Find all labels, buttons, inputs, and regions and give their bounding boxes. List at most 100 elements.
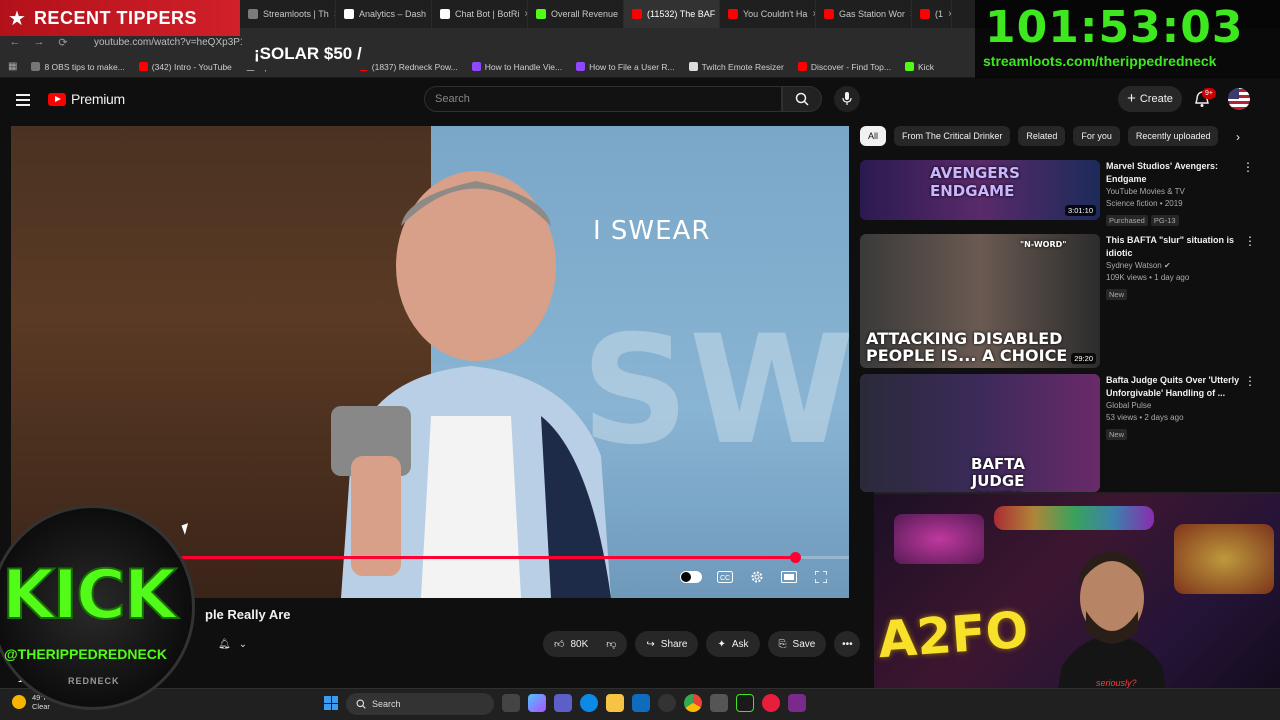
video-title[interactable]: Bafta Judge Quits Over 'Utterly Unforgiv… xyxy=(1106,374,1256,400)
more-vertical-icon[interactable]: ⋮ xyxy=(1242,160,1254,174)
obs-icon[interactable] xyxy=(658,694,676,712)
app-icon[interactable] xyxy=(736,694,754,712)
bookmark-label: (342) Intro - YouTube xyxy=(151,61,232,72)
back-icon[interactable]: ← xyxy=(8,36,22,48)
app-icon[interactable] xyxy=(788,694,806,712)
channel-name[interactable]: Global Pulse xyxy=(1106,400,1256,412)
bookmark-item[interactable]: Discover - Find Top... xyxy=(797,62,891,72)
more-actions-button[interactable]: ••• xyxy=(834,631,861,657)
video-thumbnail[interactable]: BAFTA JUDGE QUITS xyxy=(860,374,1100,492)
video-stats: 109K views • 1 day ago xyxy=(1106,273,1190,282)
tab-label: Analytics – Dash xyxy=(359,9,427,19)
like-button[interactable]: 👍︎ 80K 👎︎ xyxy=(543,631,628,657)
windows-start-icon[interactable] xyxy=(324,696,338,710)
browser-tab[interactable]: (1 × xyxy=(912,0,952,28)
browser-tab[interactable]: You Couldn't Ha× xyxy=(720,0,816,28)
browser-tab[interactable]: Streamloots | Th× xyxy=(240,0,336,28)
chrome-icon[interactable] xyxy=(684,694,702,712)
weather-condition: Clear xyxy=(32,702,50,711)
copilot-icon[interactable] xyxy=(528,694,546,712)
search-button[interactable] xyxy=(782,86,822,112)
kick-handle: @THERIPPEDREDNECK xyxy=(4,646,168,662)
more-horizontal-icon: ••• xyxy=(842,638,853,650)
file-explorer-icon[interactable] xyxy=(606,694,624,712)
video-title[interactable]: This BAFTA "slur" situation is idiotic xyxy=(1106,234,1256,260)
related-video[interactable]: "N-WORD" ATTACKING DISABLED PEOPLE IS...… xyxy=(860,234,1272,368)
youtube-logo[interactable]: Premium xyxy=(48,91,125,107)
voice-search-button[interactable] xyxy=(834,86,860,112)
bookmark-label: 8 OBS tips to make... xyxy=(44,61,125,72)
forward-icon[interactable]: → xyxy=(32,36,46,48)
video-title[interactable]: Marvel Studios' Avengers: Endgame xyxy=(1106,160,1256,186)
tab-close-icon[interactable]: × xyxy=(948,9,951,20)
bookmark-item[interactable]: (342) Intro - YouTube xyxy=(138,61,232,72)
notification-bell-dropdown[interactable]: 🔔︎ ⌄ xyxy=(218,634,258,654)
bookmark-item[interactable]: 8 OBS tips to make... xyxy=(31,61,125,72)
app-icon[interactable] xyxy=(710,694,728,712)
youtube-play-icon xyxy=(48,92,66,106)
autoplay-toggle[interactable] xyxy=(680,571,702,583)
tab-label: (11532) The BAF xyxy=(647,9,716,19)
more-vertical-icon[interactable]: ⋮ xyxy=(1244,234,1256,248)
bookmark-item[interactable]: Kick xyxy=(904,62,934,72)
outlook-icon[interactable] xyxy=(632,694,650,712)
more-vertical-icon[interactable]: ⋮ xyxy=(1244,374,1256,388)
bookmark-item[interactable]: How to Handle Vie... xyxy=(471,62,562,72)
bookmark-item[interactable]: Twitch Emote Resizer xyxy=(688,62,784,72)
related-video[interactable]: BAFTA JUDGE QUITS Bafta Judge Quits Over… xyxy=(860,374,1272,492)
app-icon[interactable] xyxy=(762,694,780,712)
chevron-right-icon[interactable]: › xyxy=(1236,130,1240,144)
theater-mode-icon[interactable] xyxy=(780,568,798,586)
bookmark-item[interactable]: How to File a User R... xyxy=(576,62,675,72)
browser-tab[interactable]: Gas Station Wor× xyxy=(816,0,912,28)
bookmark-favicon-icon xyxy=(904,62,914,71)
bookmark-favicon-icon xyxy=(138,62,148,71)
ask-button[interactable]: ✦ Ask xyxy=(706,631,760,657)
search-icon xyxy=(795,92,809,106)
task-view-icon[interactable] xyxy=(502,694,520,712)
filter-chips: All From The Critical Drinker Related For y… xyxy=(860,126,1219,146)
browser-tab[interactable]: (11532) The BAF× xyxy=(624,0,720,28)
thumbnail-small-text: "N-WORD" xyxy=(1020,240,1067,249)
share-button[interactable]: ↪ Share xyxy=(635,631,699,657)
ask-label: Ask xyxy=(731,638,749,650)
bookmark-item[interactable]: (1837) Redneck Pow... xyxy=(358,62,458,72)
filter-chip[interactable]: Related xyxy=(1018,126,1066,146)
browser-tab[interactable]: Chat Bot | BotRi× xyxy=(432,0,528,28)
url-field[interactable]: youtube.com/watch?v=heQXp3P1VWI xyxy=(94,37,264,48)
hamburger-menu-icon[interactable] xyxy=(16,94,30,109)
taskbar-search[interactable]: Search xyxy=(346,693,494,715)
thumbs-down-icon[interactable]: 👎︎ xyxy=(606,638,616,650)
tab-favicon-icon xyxy=(728,9,738,19)
account-avatar[interactable] xyxy=(1228,88,1250,110)
tab-favicon-icon xyxy=(632,9,642,19)
video-meta: This BAFTA "slur" situation is idiotic S… xyxy=(1106,234,1256,368)
video-thumbnail[interactable]: "N-WORD" ATTACKING DISABLED PEOPLE IS...… xyxy=(860,234,1100,368)
related-video[interactable]: AVENGERS ENDGAME 3:01:10 Marvel Studios'… xyxy=(860,160,1272,228)
fullscreen-icon[interactable] xyxy=(812,568,830,586)
neon-sign-right xyxy=(1174,524,1274,594)
filter-chip[interactable]: Recently uploaded xyxy=(1127,126,1219,146)
edge-icon[interactable] xyxy=(580,694,598,712)
filter-chip[interactable]: From The Critical Drinker xyxy=(894,126,1011,146)
teams-icon[interactable] xyxy=(554,694,572,712)
save-button[interactable]: ⎘ Save xyxy=(767,631,827,657)
settings-gear-icon[interactable] xyxy=(748,568,766,586)
channel-name[interactable]: YouTube Movies & TV xyxy=(1106,186,1256,198)
reload-icon[interactable]: ⟳ xyxy=(56,36,70,49)
duration-badge: 3:01:10 xyxy=(1064,205,1096,216)
browser-tab[interactable]: Analytics – Dash× xyxy=(336,0,432,28)
browser-tab[interactable]: Overall Revenue× xyxy=(528,0,624,28)
apps-icon[interactable]: ▦ xyxy=(8,61,17,72)
captions-icon[interactable]: CC xyxy=(716,568,734,586)
rating-badge: PG-13 xyxy=(1150,215,1179,226)
filter-chip[interactable]: For you xyxy=(1073,126,1120,146)
backdrop-text-sw: SW xyxy=(581,304,849,478)
progress-scrubber[interactable] xyxy=(789,552,801,563)
video-thumbnail[interactable]: AVENGERS ENDGAME 3:01:10 xyxy=(860,160,1100,220)
recent-tippers-banner: ★ RECENT TIPPERS xyxy=(0,0,240,36)
search-input[interactable]: Search xyxy=(424,86,782,112)
create-button[interactable]: + Create xyxy=(1118,86,1182,112)
filter-chip[interactable]: All xyxy=(860,126,887,146)
channel-name[interactable]: Sydney Watson ✔ xyxy=(1106,260,1256,272)
